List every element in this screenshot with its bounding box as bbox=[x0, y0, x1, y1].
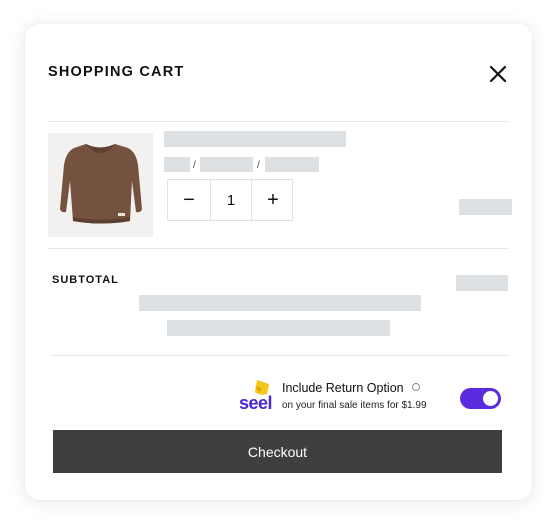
cart-title: SHOPPING CART bbox=[48, 64, 185, 80]
variant-separator: / bbox=[193, 160, 196, 171]
subtotal-note-placeholder-1 bbox=[139, 295, 421, 311]
product-name-placeholder bbox=[164, 131, 346, 147]
return-option-toggle[interactable] bbox=[460, 388, 501, 409]
increase-quantity-button[interactable]: + bbox=[252, 180, 294, 220]
return-option-subtitle: on your final sale items for $1.99 bbox=[282, 400, 427, 411]
quantity-value[interactable]: 1 bbox=[210, 180, 252, 220]
item-price-placeholder bbox=[459, 199, 512, 215]
variant-separator: / bbox=[257, 160, 260, 171]
return-option-title: Include Return Option bbox=[282, 381, 404, 395]
variant-placeholder-3 bbox=[265, 157, 319, 172]
shopping-cart-panel: SHOPPING CART / / − 1 + SUBTOTAL seel In… bbox=[25, 24, 532, 500]
item-divider bbox=[48, 248, 509, 249]
subtotal-divider bbox=[52, 355, 508, 356]
product-image[interactable] bbox=[48, 133, 153, 237]
quantity-stepper: − 1 + bbox=[167, 179, 293, 221]
subtotal-note-placeholder-2 bbox=[167, 320, 390, 336]
subtotal-amount-placeholder bbox=[456, 275, 508, 291]
info-icon[interactable] bbox=[412, 383, 420, 391]
header-divider bbox=[48, 121, 509, 122]
sweater-image bbox=[60, 144, 142, 224]
variant-placeholder-2 bbox=[200, 157, 253, 172]
checkout-button[interactable]: Checkout bbox=[53, 430, 502, 473]
seel-logo-text: seel bbox=[239, 393, 273, 413]
variant-placeholder-1 bbox=[164, 157, 190, 172]
subtotal-label: SUBTOTAL bbox=[52, 274, 119, 286]
toggle-knob bbox=[483, 391, 498, 406]
close-icon[interactable] bbox=[488, 64, 508, 84]
decrease-quantity-button[interactable]: − bbox=[168, 180, 210, 220]
